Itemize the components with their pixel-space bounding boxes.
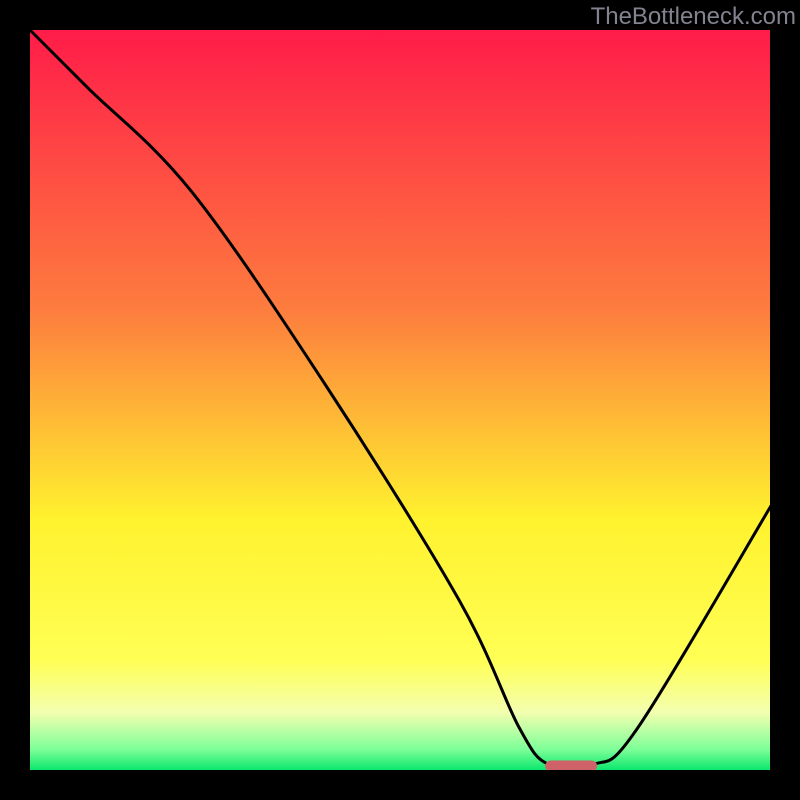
bottleneck-chart: TheBottleneck.com bbox=[0, 0, 800, 800]
watermark-text: TheBottleneck.com bbox=[591, 3, 796, 30]
optimal-marker bbox=[545, 760, 597, 771]
chart-svg: TheBottleneck.com bbox=[0, 0, 800, 800]
gradient-background bbox=[28, 28, 772, 772]
